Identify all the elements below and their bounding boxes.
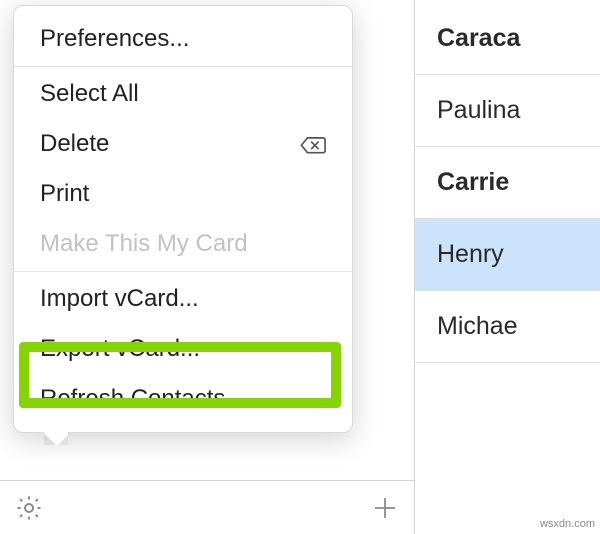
menu-make-this-my-card: Make This My Card xyxy=(14,219,352,269)
menu-divider xyxy=(14,66,352,67)
menu-export-vcard[interactable]: Export vCard... xyxy=(14,324,352,374)
menu-print[interactable]: Print xyxy=(14,169,352,219)
menu-divider xyxy=(14,271,352,272)
menu-item-label: Import vCard... xyxy=(40,285,199,313)
menu-import-vcard[interactable]: Import vCard... xyxy=(14,274,352,324)
contact-item[interactable]: Henry xyxy=(415,219,600,291)
menu-refresh-contacts[interactable]: Refresh Contacts xyxy=(14,374,352,424)
plus-icon[interactable] xyxy=(370,493,400,523)
menu-item-label: Refresh Contacts xyxy=(40,385,225,413)
menu-item-label: Print xyxy=(40,180,89,208)
menu-item-label: Export vCard... xyxy=(40,335,200,363)
menu-delete[interactable]: Delete xyxy=(14,119,352,169)
menu-select-all[interactable]: Select All xyxy=(14,69,352,119)
delete-backspace-icon xyxy=(300,134,326,154)
menu-item-label: Preferences... xyxy=(40,25,189,53)
menu-item-label: Delete xyxy=(40,130,109,158)
popup-tail xyxy=(44,432,68,445)
sidebar-bottom-toolbar xyxy=(0,480,414,534)
contact-item[interactable]: Michae xyxy=(415,291,600,363)
menu-item-label: Make This My Card xyxy=(40,230,248,258)
settings-popup-menu: Preferences... Select All Delete Print M… xyxy=(13,5,353,433)
contact-item[interactable]: Paulina xyxy=(415,75,600,147)
menu-item-label: Select All xyxy=(40,80,139,108)
watermark: wsxdn.com xyxy=(540,518,595,530)
menu-preferences[interactable]: Preferences... xyxy=(14,14,352,64)
contact-item[interactable]: Carrie xyxy=(415,147,600,219)
gear-icon[interactable] xyxy=(14,493,44,523)
contact-list: Caraca Paulina Carrie Henry Michae xyxy=(415,0,600,534)
contact-item[interactable]: Caraca xyxy=(415,0,600,75)
